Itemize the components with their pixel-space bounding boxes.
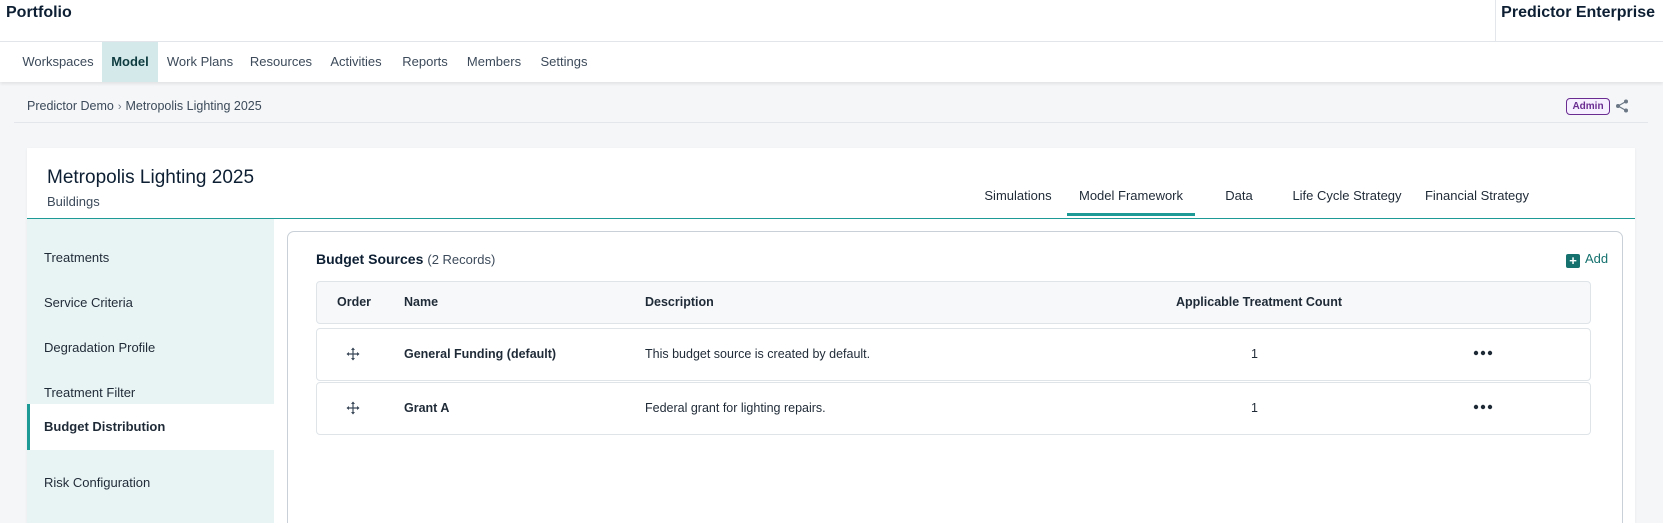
- panel-title: Budget Sources (2 Records): [316, 251, 495, 267]
- column-header-treatment-count[interactable]: Applicable Treatment Count: [1176, 295, 1342, 309]
- side-item-treatments[interactable]: Treatments: [27, 234, 274, 281]
- column-header-name[interactable]: Name: [404, 295, 438, 309]
- breadcrumb-item-workspace[interactable]: Predictor Demo: [27, 99, 114, 113]
- record-count: (2 Records): [427, 252, 496, 267]
- nav-item-resources[interactable]: Resources: [242, 42, 320, 82]
- tab-simulations[interactable]: Simulations: [980, 172, 1056, 216]
- nav-item-activities[interactable]: Activities: [320, 42, 392, 82]
- brand-name: Predictor Enterprise: [1501, 4, 1655, 21]
- panel-title-text: Budget Sources: [316, 251, 424, 267]
- budget-sources-panel: Budget Sources (2 Records) + Add Order Nam…: [287, 231, 1623, 523]
- app-title: Portfolio: [6, 4, 72, 21]
- table-header: Order Name Description Applicable Treatm…: [316, 281, 1591, 324]
- add-button-label: Add: [1585, 251, 1609, 266]
- nav-item-workspaces[interactable]: Workspaces: [14, 42, 102, 82]
- side-item-budget-distribution[interactable]: Budget Distribution: [27, 404, 274, 450]
- tab-model-framework[interactable]: Model Framework: [1067, 172, 1195, 216]
- add-button[interactable]: + Add: [1566, 251, 1608, 269]
- row-treatment-count: 1: [1251, 347, 1258, 361]
- column-header-order[interactable]: Order: [337, 295, 371, 309]
- model-subtitle: Buildings: [47, 194, 100, 209]
- more-horizontal-icon[interactable]: [1473, 403, 1493, 411]
- drag-move-icon[interactable]: [346, 401, 360, 415]
- main-nav: Workspaces Model Work Plans Resources Ac…: [0, 42, 1663, 82]
- tab-data[interactable]: Data: [1217, 172, 1261, 216]
- nav-item-work-plans[interactable]: Work Plans: [158, 42, 242, 82]
- framework-side-menu: Treatments Service Criteria Degradation …: [27, 219, 274, 523]
- nav-item-settings[interactable]: Settings: [530, 42, 598, 82]
- breadcrumb-separator: ›: [117, 101, 122, 113]
- row-name: General Funding (default): [404, 347, 557, 361]
- column-header-description[interactable]: Description: [645, 295, 714, 309]
- row-name: Grant A: [404, 401, 450, 415]
- nav-item-reports[interactable]: Reports: [392, 42, 458, 82]
- nav-item-model[interactable]: Model: [102, 42, 158, 82]
- table-row[interactable]: General Funding (default) This budget so…: [316, 328, 1591, 381]
- breadcrumb: Predictor Demo › Metropolis Lighting 2025: [27, 99, 262, 113]
- plus-square-icon: +: [1566, 254, 1580, 268]
- row-description: This budget source is created by default…: [645, 347, 871, 361]
- share-icon[interactable]: [1615, 99, 1629, 113]
- model-card: Metropolis Lighting 2025 Buildings Simul…: [27, 148, 1635, 523]
- side-item-risk-configuration[interactable]: Risk Configuration: [27, 459, 274, 506]
- nav-item-members[interactable]: Members: [458, 42, 530, 82]
- more-horizontal-icon[interactable]: [1473, 349, 1493, 357]
- row-description: Federal grant for lighting repairs.: [645, 401, 826, 415]
- row-treatment-count: 1: [1251, 401, 1258, 415]
- tab-life-cycle-strategy[interactable]: Life Cycle Strategy: [1291, 172, 1403, 216]
- table-row[interactable]: Grant A Federal grant for lighting repai…: [316, 382, 1591, 435]
- brand-area: Predictor Enterprise: [1495, 0, 1663, 42]
- breadcrumb-divider: [14, 122, 1648, 123]
- model-title: Metropolis Lighting 2025: [47, 167, 255, 188]
- tab-financial-strategy[interactable]: Financial Strategy: [1423, 172, 1531, 216]
- role-badge: Admin: [1566, 98, 1610, 115]
- side-item-degradation-profile[interactable]: Degradation Profile: [27, 324, 274, 371]
- drag-move-icon[interactable]: [346, 347, 360, 361]
- side-item-service-criteria[interactable]: Service Criteria: [27, 279, 274, 326]
- breadcrumb-item-model: Metropolis Lighting 2025: [125, 99, 262, 113]
- top-header: Portfolio Predictor Enterprise: [0, 0, 1663, 42]
